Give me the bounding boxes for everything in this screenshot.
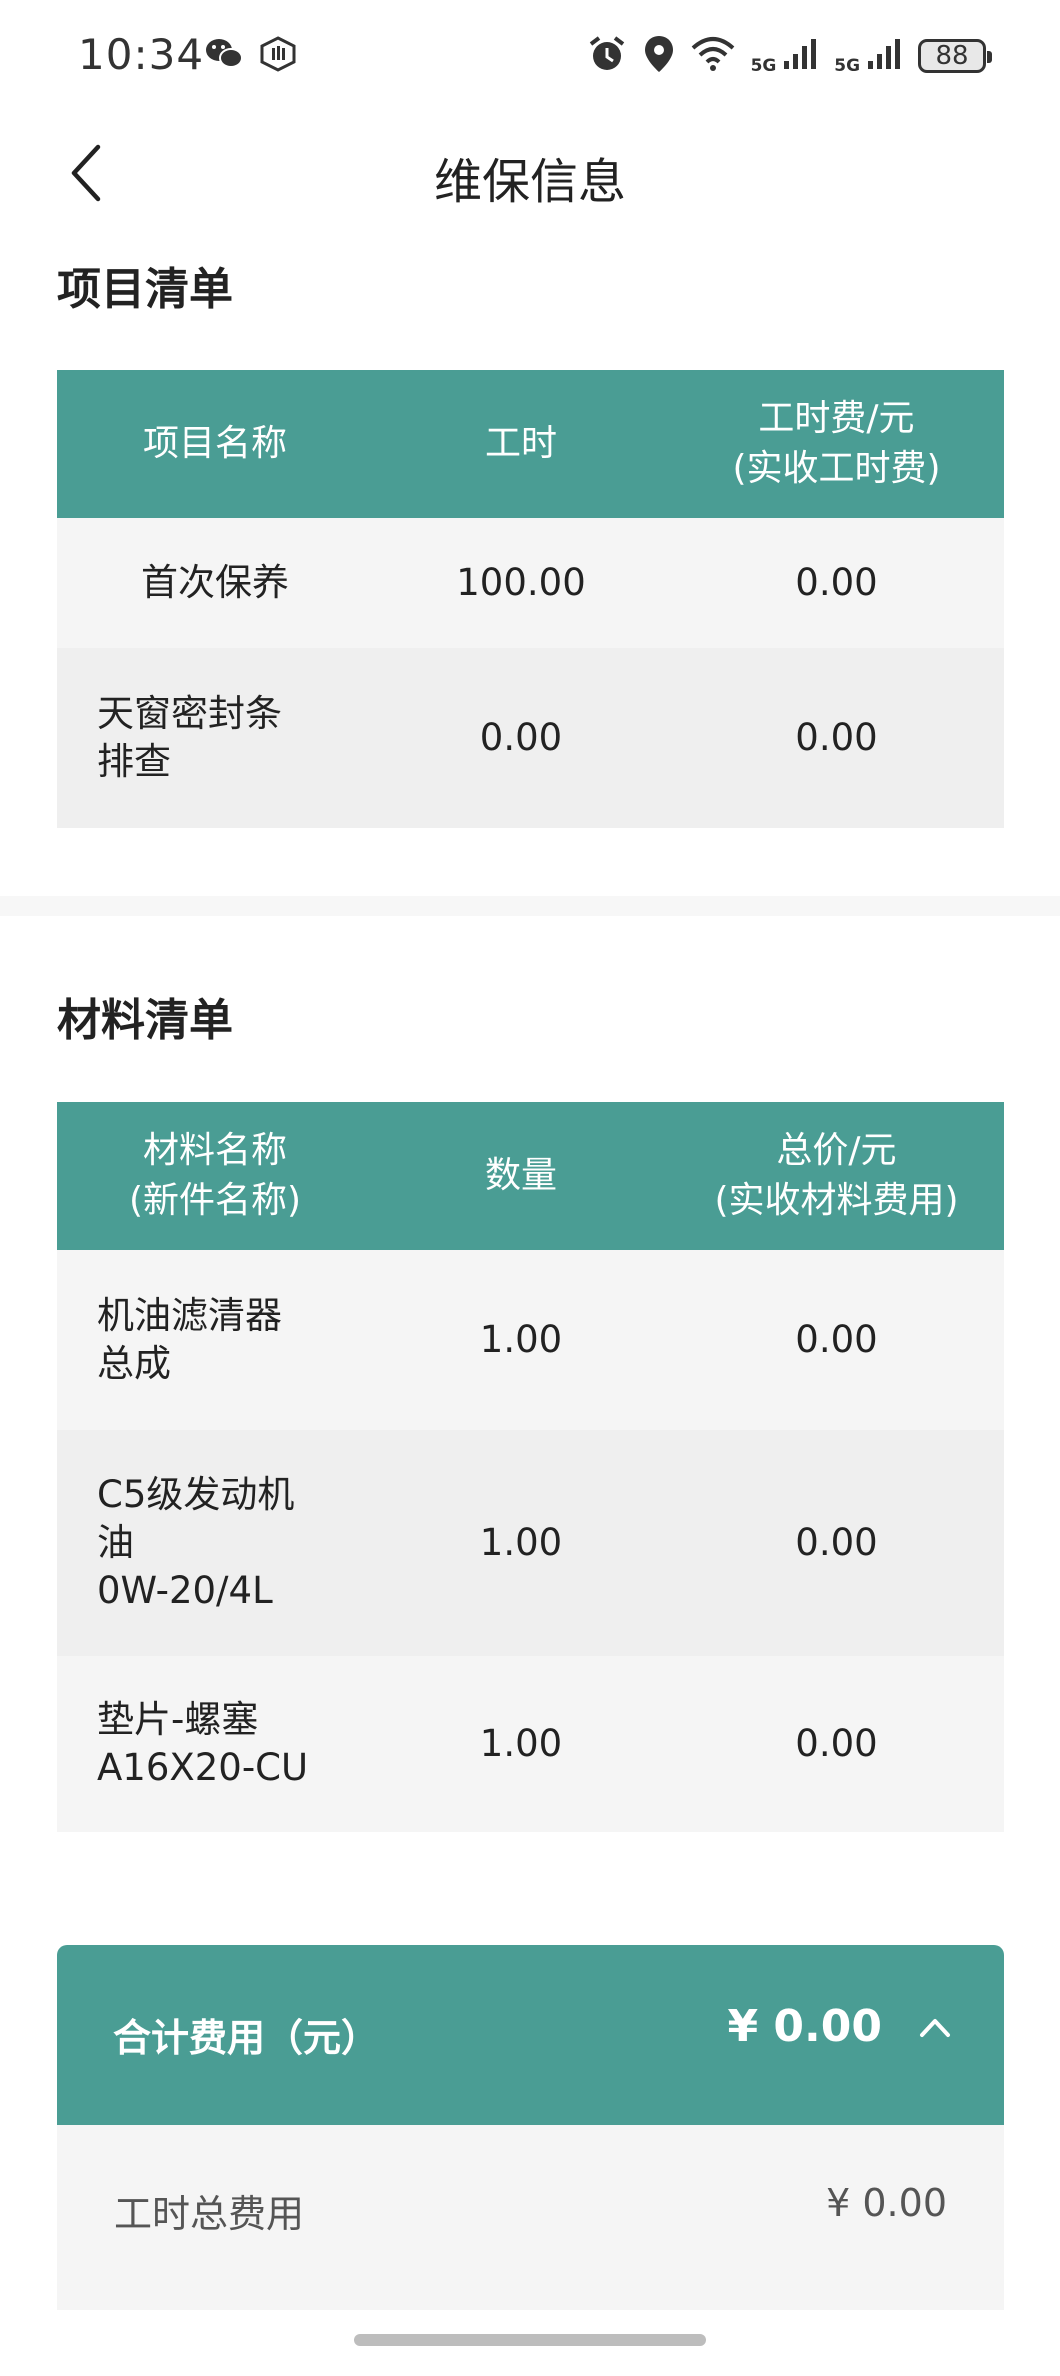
top-nav: 维保信息 (0, 120, 1060, 230)
battery-icon: 88 (918, 39, 992, 73)
column-header-material-name: 材料名称 (新件名称) (128, 1130, 302, 1221)
table-row: 首次保养 100.00 0.00 (57, 518, 1004, 648)
home-indicator[interactable] (354, 2334, 706, 2346)
material-table-header: 材料名称 (新件名称) 数量 总价/元 (实收材料费用) (57, 1102, 1004, 1250)
project-fee: 0.00 (795, 561, 878, 604)
column-header-quantity: 数量 (484, 1155, 557, 1196)
table-row: 机油滤清器 总成 1.00 0.00 (57, 1250, 1004, 1430)
project-name: 天窗密封条 排查 (97, 692, 282, 783)
column-header-project-name: 项目名称 (142, 423, 287, 464)
material-name: 机油滤清器 总成 (97, 1294, 282, 1385)
table-row: 天窗密封条 排查 0.00 0.00 (57, 648, 1004, 828)
material-list-title: 材料清单 (57, 995, 233, 1046)
project-table: 项目名称 工时 工时费/元 (实收工时费) 首次保养 100.00 0.00 天… (57, 370, 1004, 828)
material-price: 0.00 (795, 1318, 878, 1361)
total-cost-details: 工时总费用 ¥ 0.00 (57, 2125, 1004, 2310)
status-left-icons (204, 36, 298, 76)
project-fee: 0.00 (795, 716, 878, 759)
total-cost-label: 合计费用（元） (113, 2016, 380, 2060)
table-row: 垫片-螺塞 A16X20-CU 1.00 0.00 (57, 1656, 1004, 1832)
material-table: 材料名称 (新件名称) 数量 总价/元 (实收材料费用) 机油滤清器 总成 1.… (57, 1102, 1004, 1832)
page-title: 维保信息 (433, 154, 626, 210)
material-name: 垫片-螺塞 A16X20-CU (97, 1698, 309, 1789)
column-header-total-price: 总价/元 (实收材料费用) (714, 1130, 959, 1221)
status-time: 10:34 (78, 30, 205, 79)
wifi-icon (691, 36, 735, 76)
status-bar: 10:34 5G 5G 88 (0, 0, 1060, 115)
section-divider (0, 896, 1060, 916)
signal-icon: 5G (834, 37, 902, 76)
project-hours: 100.00 (456, 561, 586, 604)
chevron-up-icon (920, 2019, 950, 2037)
location-icon (643, 34, 675, 78)
material-quantity: 1.00 (479, 1722, 563, 1765)
wechat-icon (204, 36, 244, 76)
total-cost-value: ¥ 0.00 (727, 2001, 883, 2052)
project-hours: 0.00 (479, 716, 563, 759)
material-price: 0.00 (795, 1722, 878, 1765)
total-cost-toggle[interactable]: 合计费用（元） ¥ 0.00 (57, 1945, 1004, 2125)
alarm-icon (587, 34, 627, 78)
material-quantity: 1.00 (479, 1318, 563, 1361)
status-right-icons: 5G 5G 88 (587, 34, 992, 78)
material-name: C5级发动机 油 0W-20/4L (97, 1473, 295, 1612)
material-quantity: 1.00 (479, 1521, 563, 1564)
network-type-1: 5G (750, 55, 777, 76)
network-type-2: 5G (834, 55, 861, 76)
labor-total-label: 工时总费用 (114, 2192, 305, 2236)
column-header-hours: 工时 (484, 423, 557, 464)
project-list-title: 项目清单 (57, 264, 233, 315)
shield-hand-icon (258, 36, 298, 76)
table-row: C5级发动机 油 0W-20/4L 1.00 0.00 (57, 1430, 1004, 1656)
project-name: 首次保养 (141, 561, 289, 604)
material-price: 0.00 (795, 1521, 878, 1564)
battery-level: 88 (935, 41, 969, 71)
labor-total-value: ¥ 0.00 (826, 2181, 947, 2225)
signal-icon: 5G (751, 37, 819, 76)
column-header-labor-fee: 工时费/元 (实收工时费) (732, 398, 941, 489)
project-table-header: 项目名称 工时 工时费/元 (实收工时费) (57, 370, 1004, 518)
